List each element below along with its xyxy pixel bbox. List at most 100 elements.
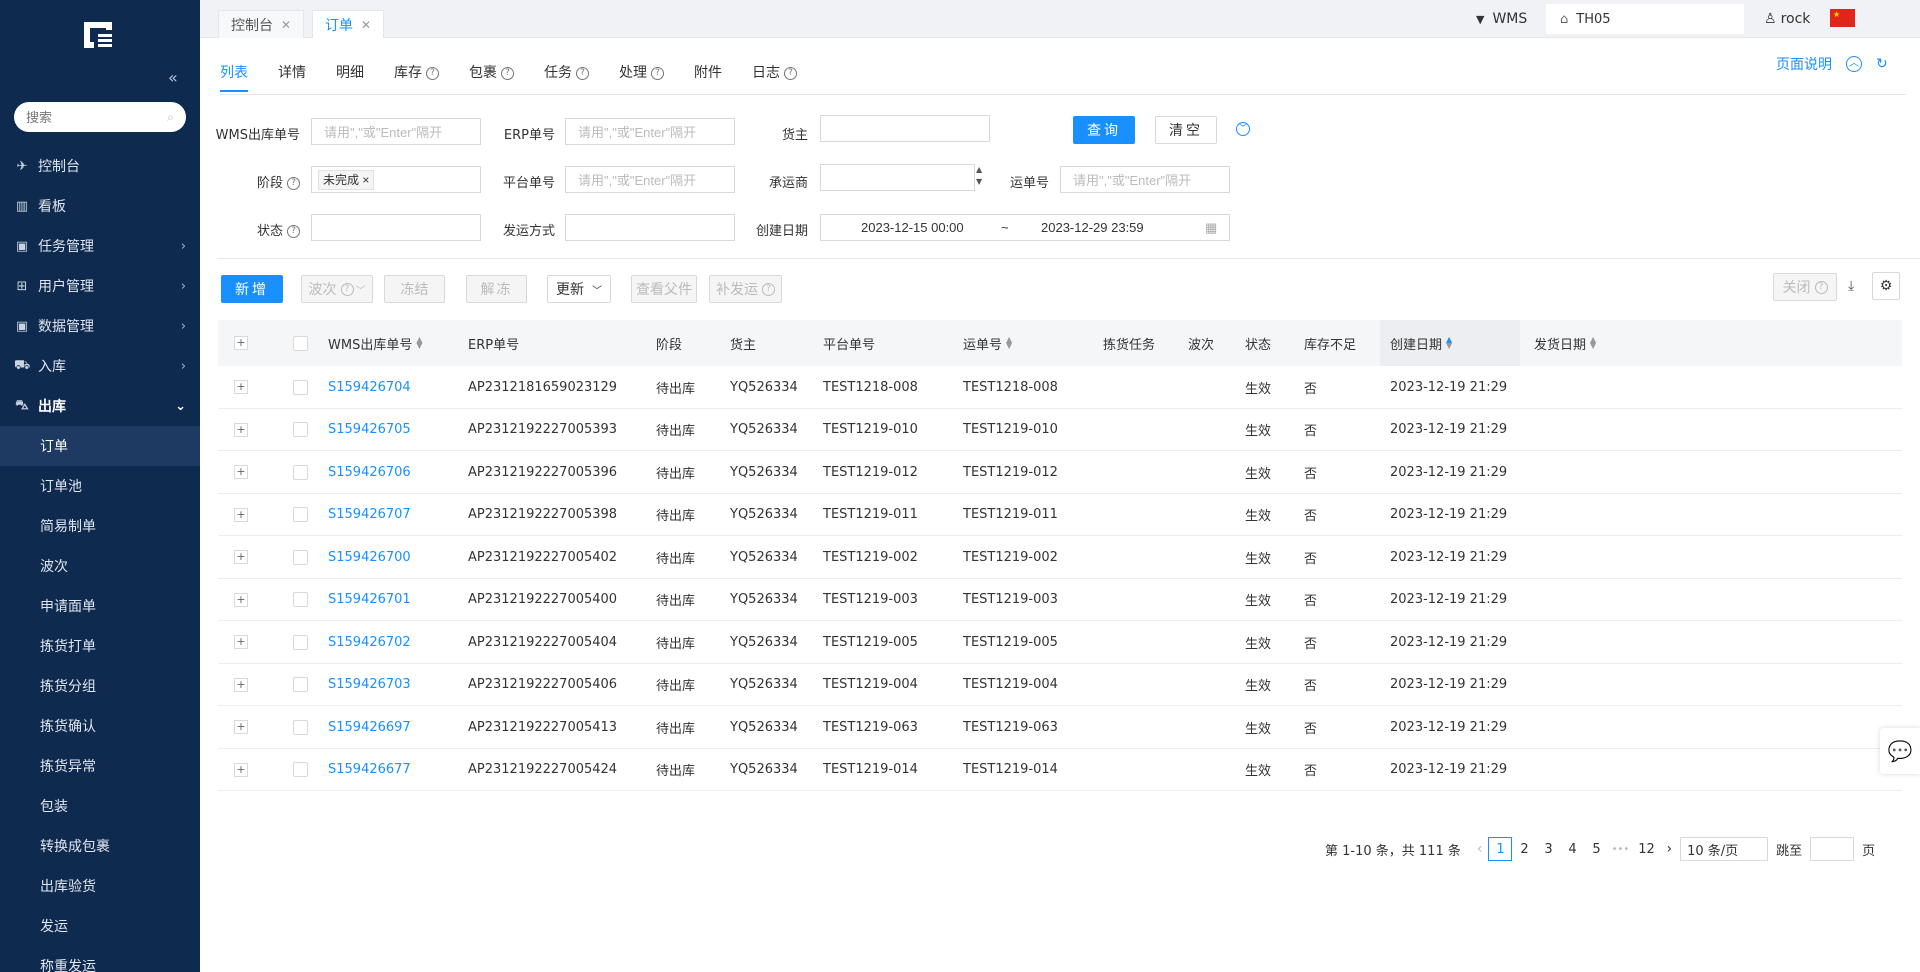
expand-row-icon[interactable]: +	[234, 592, 248, 607]
help-icon[interactable]: ?	[287, 177, 300, 190]
table-row[interactable]: + S159426703 AP2312192227005406 待出库 YQ526334…	[218, 664, 1902, 706]
subtab-6[interactable]: 处理?	[619, 62, 664, 92]
expand-all-icon[interactable]: +	[234, 336, 248, 350]
table-row[interactable]: + S159426697 AP2312192227005413 待出库 YQ526334…	[218, 706, 1902, 749]
owner-input[interactable]	[820, 115, 990, 142]
sidebar-search[interactable]: ⌕	[14, 102, 186, 132]
query-button[interactable]: 查询	[1073, 116, 1135, 144]
carrier-input[interactable]	[820, 164, 975, 191]
sidebar-subitem-11[interactable]: 出库验货	[0, 866, 200, 906]
sidebar-item-0[interactable]: ✈ 控制台	[0, 146, 200, 186]
row-checkbox[interactable]	[293, 507, 308, 522]
refresh-icon[interactable]: ↻	[1876, 56, 1888, 72]
sidebar-subitem-5[interactable]: 拣货打单	[0, 626, 200, 666]
page-4[interactable]: 4	[1560, 837, 1584, 861]
select-all-checkbox[interactable]	[293, 335, 308, 351]
next-page-icon[interactable]: ›	[1666, 841, 1672, 857]
cell-wms[interactable]: S159426705	[328, 409, 411, 451]
cell-wms[interactable]: S159426700	[328, 536, 411, 578]
sort-icon[interactable]: ▲ ▼	[416, 336, 422, 350]
page-3[interactable]: 3	[1536, 837, 1560, 861]
prev-page-icon[interactable]: ‹	[1477, 841, 1483, 857]
row-checkbox[interactable]	[293, 677, 308, 692]
sidebar-subitem-3[interactable]: 波次	[0, 546, 200, 586]
sidebar-item-5[interactable]: ⛟ 入库 ›	[0, 346, 200, 386]
sidebar-subitem-8[interactable]: 拣货异常	[0, 746, 200, 786]
settings-icon[interactable]: ⚙	[1872, 272, 1900, 300]
expand-row-icon[interactable]: +	[234, 762, 248, 777]
app-logo[interactable]	[82, 20, 116, 50]
sidebar-subitem-1[interactable]: 订单池	[0, 466, 200, 506]
subtab-8[interactable]: 日志?	[752, 62, 797, 92]
expand-row-icon[interactable]: +	[234, 550, 248, 564]
sidebar-subitem-4[interactable]: 申请面单	[0, 586, 200, 626]
cell-wms[interactable]: S159426704	[328, 366, 411, 408]
wave-button[interactable]: 波次? ﹀	[301, 275, 373, 303]
sidebar-item-4[interactable]: ▣ 数据管理 ›	[0, 306, 200, 346]
new-button[interactable]: 新增	[221, 275, 283, 303]
tab-orders[interactable]: 订单 ✕	[312, 10, 385, 38]
download-icon[interactable]: ⤓	[1848, 278, 1854, 294]
sidebar-subitem-0[interactable]: 订单	[0, 426, 200, 466]
close-icon[interactable]: ✕	[361, 18, 371, 32]
subtab-0[interactable]: 列表	[220, 62, 248, 92]
sidebar-subitem-12[interactable]: 发运	[0, 906, 200, 946]
expand-row-icon[interactable]: +	[234, 380, 248, 394]
row-checkbox[interactable]	[293, 422, 308, 437]
cell-wms[interactable]: S159426706	[328, 451, 411, 493]
sidebar-subitem-9[interactable]: 包装	[0, 786, 200, 826]
china-flag-icon[interactable]: ★	[1830, 9, 1855, 27]
help-icon[interactable]: ?	[287, 225, 300, 238]
sort-icon[interactable]: ▲ ▼	[1006, 336, 1012, 350]
page-last[interactable]: 12	[1634, 837, 1658, 861]
collapse-up-icon[interactable]: ︿	[1846, 56, 1862, 72]
expand-row-icon[interactable]: +	[234, 465, 248, 479]
row-checkbox[interactable]	[293, 634, 308, 650]
subtab-7[interactable]: 附件	[694, 62, 722, 92]
sidebar-subitem-7[interactable]: 拣货确认	[0, 706, 200, 746]
unfreeze-button[interactable]: 解冻	[466, 275, 527, 303]
table-row[interactable]: + S159426701 AP2312192227005400 待出库 YQ526334…	[218, 579, 1902, 621]
view-parent-button[interactable]: 查看父件	[631, 275, 697, 303]
date-range-picker[interactable]: 2023-12-15 00:00 ~ 2023-12-29 23:59 ▦	[820, 214, 1230, 241]
update-dropdown[interactable]: 更新 ﹀	[547, 275, 611, 303]
table-row[interactable]: + S159426702 AP2312192227005404 待出库 YQ526334…	[218, 621, 1902, 664]
table-row[interactable]: + S159426704 AP2312181659023129 待出库 YQ526334…	[218, 366, 1902, 409]
expand-row-icon[interactable]: +	[234, 720, 248, 734]
stage-select[interactable]: 未完成 ×	[311, 166, 481, 193]
column-header-0[interactable]: WMS出库单号 ▲ ▼	[328, 320, 422, 366]
page-5[interactable]: 5	[1584, 837, 1608, 861]
subtab-1[interactable]: 详情	[278, 62, 306, 92]
cell-wms[interactable]: S159426703	[328, 664, 411, 706]
row-checkbox[interactable]	[293, 464, 308, 480]
expand-row-icon[interactable]: +	[234, 422, 248, 437]
sidebar-search-input[interactable]	[26, 109, 146, 125]
sidebar-subitem-2[interactable]: 简易制单	[0, 506, 200, 546]
table-row[interactable]: + S159426677 AP2312192227005424 待出库 YQ526334…	[218, 749, 1902, 791]
cell-wms[interactable]: S159426697	[328, 706, 411, 748]
column-header-11[interactable]: 发货日期 ▲ ▼	[1534, 320, 1596, 366]
sidebar-item-1[interactable]: ▥ 看板	[0, 186, 200, 226]
column-header-10[interactable]: 创建日期 ▲ ▼	[1390, 320, 1452, 366]
cell-wms[interactable]: S159426701	[328, 579, 411, 621]
waybill-input[interactable]: 请用","或"Enter"隔开	[1060, 166, 1230, 193]
sidebar-subitem-10[interactable]: 转换成包裹	[0, 826, 200, 866]
search-icon[interactable]: ⌕	[167, 110, 174, 125]
page-help-link[interactable]: 页面说明	[1776, 54, 1832, 74]
page-size-select[interactable]: 10 条/页	[1680, 837, 1769, 861]
cell-wms[interactable]: S159426702	[328, 621, 411, 663]
expand-row-icon[interactable]: +	[234, 635, 248, 649]
date-to[interactable]: 2023-12-29 23:59	[1041, 220, 1144, 235]
column-header-5[interactable]: 运单号 ▲ ▼	[963, 320, 1012, 366]
sidebar-item-2[interactable]: ▣ 任务管理 ›	[0, 226, 200, 266]
sidebar-item-3[interactable]: ⊞ 用户管理 ›	[0, 266, 200, 306]
cell-wms[interactable]: S159426707	[328, 494, 411, 536]
date-from[interactable]: 2023-12-15 00:00	[861, 220, 964, 235]
row-checkbox[interactable]	[293, 719, 308, 735]
chat-icon[interactable]: 💬	[1880, 728, 1920, 774]
pagination-ellipsis[interactable]: •••	[1608, 837, 1632, 861]
expand-row-icon[interactable]: +	[234, 677, 248, 692]
sidebar-subitem-6[interactable]: 拣货分组	[0, 666, 200, 706]
calendar-icon[interactable]: ▦	[1205, 220, 1217, 236]
freeze-button[interactable]: 冻结	[384, 275, 445, 303]
